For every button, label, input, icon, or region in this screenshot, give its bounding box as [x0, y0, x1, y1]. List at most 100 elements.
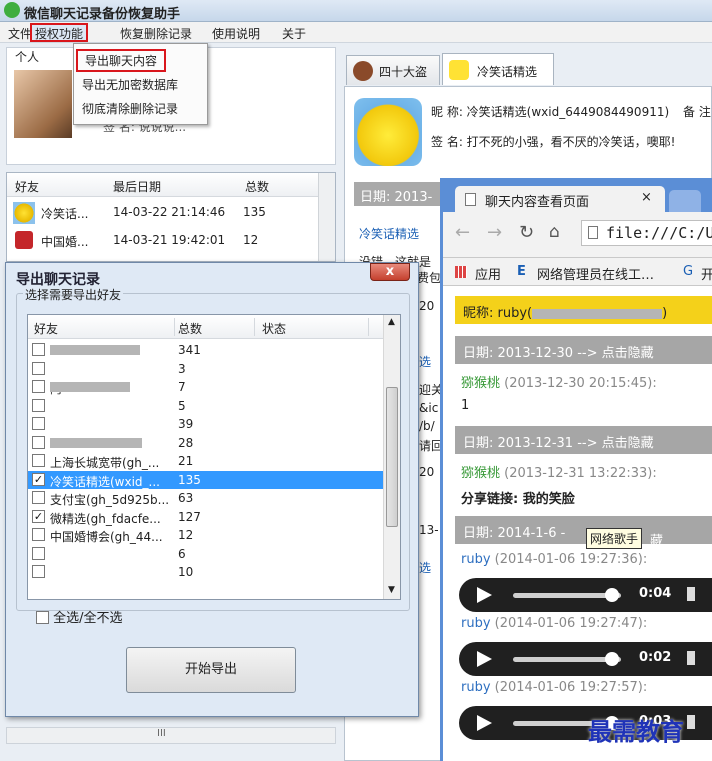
- chat-fragment: &ic: [419, 401, 439, 415]
- list-item[interactable]: 10: [28, 563, 384, 581]
- column-header-total[interactable]: 总数: [178, 320, 202, 337]
- checkbox-icon[interactable]: [32, 528, 45, 541]
- tab-close-icon[interactable]: ×: [641, 190, 652, 205]
- address-bar[interactable]: file:///C:/U: [581, 220, 712, 246]
- redacted-block: [50, 345, 140, 355]
- friend-table-scrollbar[interactable]: [318, 173, 335, 261]
- audio-progress-knob[interactable]: [605, 652, 619, 666]
- bookmark-open[interactable]: 开: [701, 264, 712, 283]
- friend-name: 上海长城宽带(gh_...: [50, 454, 172, 471]
- browser-window: 聊天内容查看页面 × ← → ↻ ⌂ file:///C:/U 应用 E 网络管…: [440, 178, 712, 761]
- bookmark-apps[interactable]: 应用: [475, 264, 501, 283]
- menu-about[interactable]: 关于: [282, 25, 306, 42]
- friend-name-text: 冷笑话精选(wxid_...: [50, 474, 160, 489]
- menu-restore-deleted[interactable]: 恢复删除记录: [120, 25, 192, 42]
- friend-count: 3: [178, 361, 186, 376]
- tab-label: 冷笑话精选: [477, 65, 538, 79]
- reload-icon[interactable]: ↻: [519, 222, 534, 243]
- checkbox-icon[interactable]: [32, 454, 45, 467]
- list-item[interactable]: 6: [28, 545, 384, 563]
- chat-link[interactable]: 冷笑话精选: [359, 225, 419, 242]
- date-divider[interactable]: 日期: 2013-12-31 --> 点击隐藏: [455, 426, 712, 454]
- friend-count: 5: [178, 398, 186, 413]
- checkbox-icon[interactable]: [32, 380, 45, 393]
- list-item[interactable]: s... 28: [28, 434, 384, 452]
- list-item[interactable]: 39: [28, 415, 384, 433]
- list-item[interactable]: ✓ 微精选(gh_fdacfe... 127: [28, 508, 384, 526]
- bookmark-network-admin[interactable]: 网络管理员在线工…: [537, 264, 654, 283]
- menu-bar: 文件 授权功能 恢复删除记录 使用说明 关于: [0, 22, 712, 43]
- list-item[interactable]: 支付宝(gh_5d925b... 63: [28, 489, 384, 507]
- checkbox-icon[interactable]: [32, 361, 45, 375]
- scroll-up-icon[interactable]: ▲: [388, 317, 395, 327]
- volume-icon[interactable]: [687, 587, 695, 601]
- list-item[interactable]: ✓ 冷笑话精选(wxid_... 135: [28, 470, 384, 489]
- start-export-button[interactable]: 开始导出: [126, 647, 296, 693]
- browser-toolbar: ← → ↻ ⌂ file:///C:/U: [443, 212, 712, 258]
- list-scrollbar[interactable]: ▲ ▼: [383, 315, 400, 599]
- app-title: 微信聊天记录备份恢复助手: [24, 7, 181, 22]
- column-header-friend[interactable]: 好友: [34, 320, 58, 337]
- play-icon[interactable]: [477, 587, 492, 603]
- new-tab-button[interactable]: [669, 190, 701, 212]
- menu-item-wipe-deleted[interactable]: 彻底清除删除记录: [82, 100, 178, 117]
- list-item[interactable]: 阿7: [28, 378, 384, 396]
- audio-progress-knob[interactable]: [605, 588, 619, 602]
- friend-name: 中国婚博会(gh_44...: [50, 528, 172, 545]
- column-header-last-date[interactable]: 最后日期: [113, 178, 161, 195]
- tab-forty-thieves[interactable]: 四十大盗: [346, 55, 440, 85]
- column-header-friend[interactable]: 好友: [15, 178, 39, 195]
- chat-fragment: 选: [419, 561, 432, 575]
- date-divider[interactable]: 日期: 2014-1-6 -: [455, 516, 712, 544]
- close-button[interactable]: x: [370, 263, 410, 281]
- list-item[interactable]: 3: [28, 360, 384, 378]
- column-header-total[interactable]: 总数: [245, 178, 269, 195]
- checkbox-checked-icon[interactable]: ✓: [32, 472, 45, 486]
- tab-cold-jokes[interactable]: 冷笑话精选: [442, 53, 554, 85]
- scroll-down-icon[interactable]: ▼: [388, 585, 395, 595]
- list-item[interactable]: 中国婚博会(gh_44... 12: [28, 526, 384, 544]
- list-item[interactable]: 上海长城宽带(gh_... 21: [28, 452, 384, 470]
- checkbox-icon[interactable]: [32, 491, 45, 504]
- checkbox-icon: [36, 611, 49, 624]
- menu-item-export-db[interactable]: 导出无加密数据库: [82, 76, 178, 93]
- browser-tab[interactable]: 聊天内容查看页面 ×: [455, 186, 665, 212]
- hide-suffix[interactable]: 藏: [650, 530, 663, 549]
- checkbox-icon[interactable]: [32, 343, 45, 356]
- menu-item-export-chat[interactable]: 导出聊天内容: [76, 49, 167, 72]
- column-header-status[interactable]: 状态: [262, 320, 286, 337]
- checkbox-icon[interactable]: [32, 435, 45, 449]
- forward-icon[interactable]: →: [487, 222, 502, 243]
- checkbox-icon[interactable]: [32, 398, 45, 412]
- nickname-end: ): [662, 306, 668, 321]
- checkbox-checked-icon[interactable]: ✓: [32, 509, 45, 523]
- list-header: 好友 总数 状态: [28, 315, 384, 339]
- checkbox-icon[interactable]: [32, 565, 45, 578]
- play-icon[interactable]: [477, 715, 492, 731]
- apps-icon: [455, 266, 467, 278]
- tab-label: 四十大盗: [379, 65, 428, 79]
- home-icon[interactable]: ⌂: [549, 222, 560, 242]
- volume-icon[interactable]: [687, 715, 695, 729]
- message-sender: ruby (2014-01-06 19:27:47):: [461, 616, 647, 631]
- list-item[interactable]: 8... 341: [28, 341, 384, 359]
- menu-help[interactable]: 使用说明: [212, 25, 260, 42]
- list-item[interactable]: 5: [28, 397, 384, 415]
- audio-player: 0:02: [459, 642, 712, 676]
- friend-table-header: 好友 最后日期 总数: [7, 173, 319, 197]
- checkbox-icon[interactable]: [32, 417, 45, 430]
- menu-authorize[interactable]: 授权功能: [30, 23, 89, 42]
- friend-name: 8...: [50, 343, 172, 357]
- date-divider[interactable]: 日期: 2013-12-30 --> 点击隐藏: [455, 336, 712, 364]
- play-icon[interactable]: [477, 651, 492, 667]
- scroll-thumb[interactable]: [386, 387, 398, 527]
- volume-icon[interactable]: [687, 651, 695, 665]
- table-row[interactable]: 中国婚... 14-03-21 19:42:01 12: [7, 227, 319, 253]
- select-all-checkbox[interactable]: 全选/全不选: [36, 607, 123, 626]
- checkbox-icon[interactable]: [32, 546, 45, 560]
- menu-file[interactable]: 文件: [8, 25, 32, 42]
- table-row[interactable]: 冷笑话... 14-03-22 21:14:46 135: [7, 199, 319, 225]
- back-icon[interactable]: ←: [455, 222, 470, 243]
- horizontal-scrollbar[interactable]: III: [6, 727, 336, 744]
- address-text: file:///C:/U: [606, 224, 712, 242]
